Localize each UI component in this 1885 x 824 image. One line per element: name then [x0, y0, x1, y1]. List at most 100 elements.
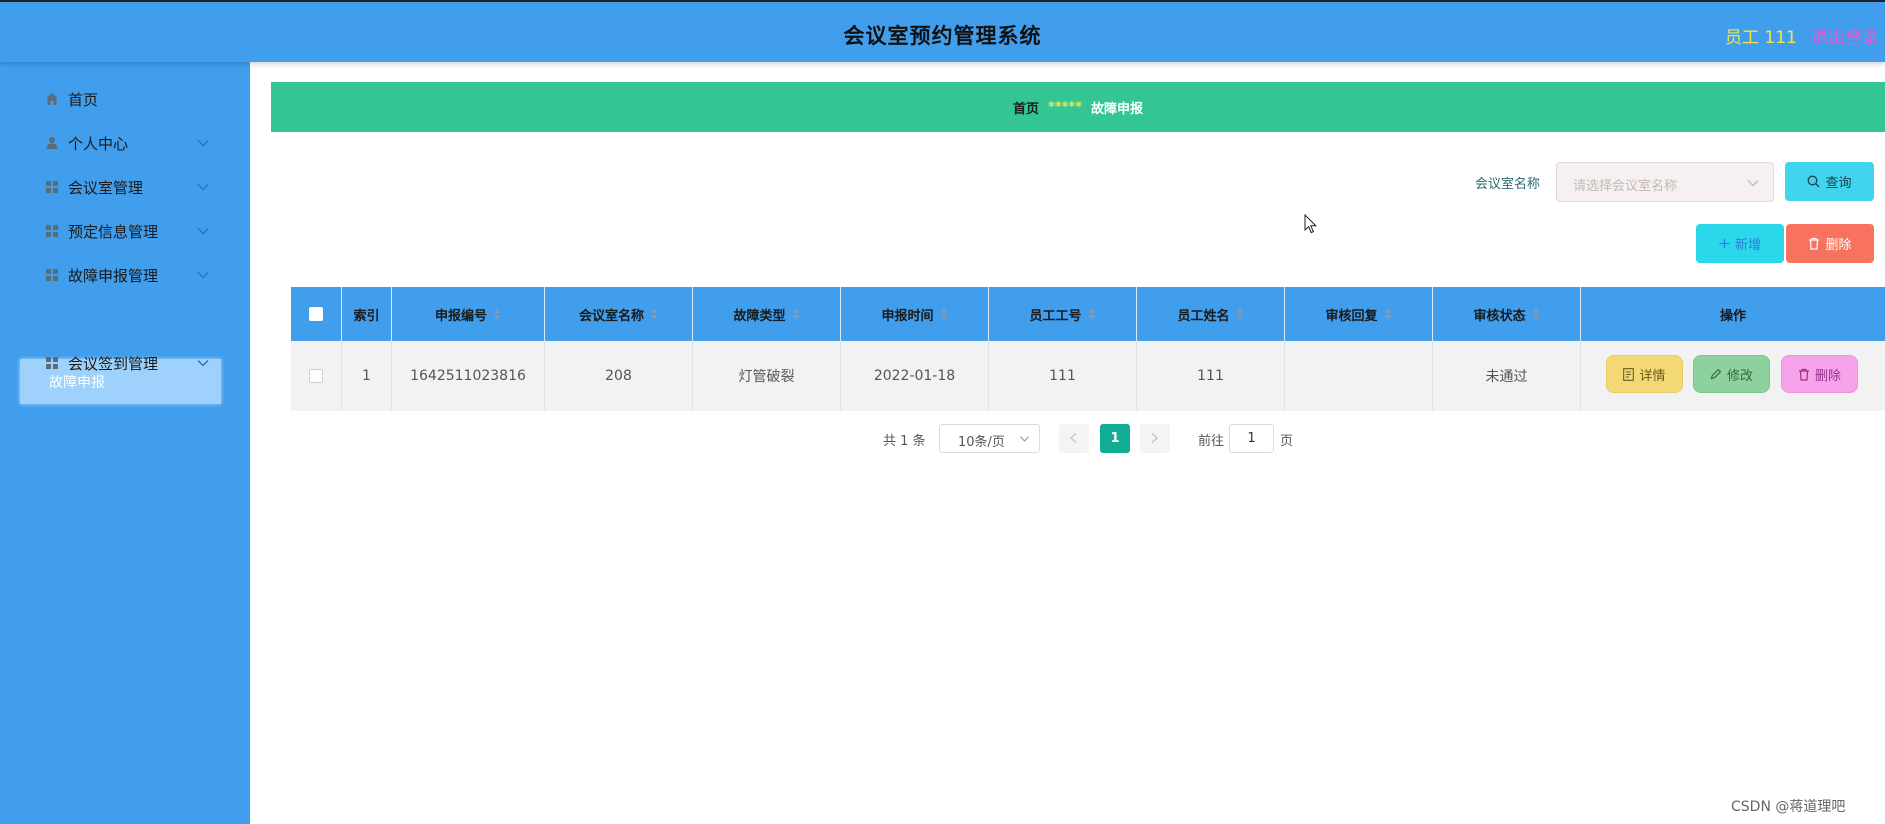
watermark: CSDN @蒋道理吧	[1731, 799, 1846, 815]
cell-review-reply	[1285, 341, 1433, 411]
home-icon	[46, 93, 58, 105]
user-icon	[46, 137, 58, 149]
detail-button[interactable]: 详情	[1606, 355, 1683, 393]
query-button-label: 查询	[1825, 176, 1852, 191]
chevron-left-icon	[1070, 433, 1077, 443]
header-review-status-label: 审核状态	[1473, 308, 1526, 324]
header-review-reply[interactable]: 审核回复	[1285, 287, 1433, 341]
sort-icon[interactable]	[1236, 308, 1244, 320]
breadcrumb-separator: *****	[1048, 99, 1082, 115]
chevron-down-icon	[197, 140, 209, 147]
row-delete-button-label: 删除	[1814, 368, 1841, 384]
sidebar-item-booking-management[interactable]: 预定信息管理	[0, 210, 250, 252]
chevron-down-icon	[197, 184, 209, 191]
sort-icon[interactable]	[1088, 308, 1096, 320]
page-number-current[interactable]: 1	[1100, 424, 1130, 453]
sort-icon[interactable]	[1532, 308, 1540, 320]
row-select-cell	[291, 341, 342, 411]
header-report-time-label: 申报时间	[881, 308, 934, 324]
header-fault-type[interactable]: 故障类型	[693, 287, 841, 341]
sidebar-item-personal-center[interactable]: 个人中心	[0, 122, 250, 164]
query-button[interactable]: 查询	[1785, 162, 1874, 201]
grid-icon	[46, 225, 58, 237]
trash-icon	[1809, 237, 1820, 250]
edit-button[interactable]: 修改	[1693, 355, 1770, 393]
grid-icon	[46, 357, 58, 369]
sort-icon[interactable]	[650, 308, 658, 320]
header-review-reply-label: 审核回复	[1325, 308, 1378, 324]
trash-icon	[1798, 368, 1809, 381]
search-icon	[1808, 175, 1820, 188]
header-review-status[interactable]: 审核状态	[1433, 287, 1581, 341]
page-size-value: 10条/页	[958, 435, 1005, 450]
batch-delete-button-label: 删除	[1825, 238, 1852, 253]
sort-icon[interactable]	[792, 308, 800, 320]
sidebar-item-label: 会议签到管理	[68, 354, 159, 373]
cell-emp-no: 111	[989, 341, 1137, 411]
table-header: 索引 申报编号 会议室名称 故障类型 申报时间 员工工号 员工姓名 审核回复 审…	[291, 287, 1885, 341]
sidebar-item-fault-management[interactable]: 故障申报管理	[0, 254, 250, 296]
room-name-select[interactable]: 请选择会议室名称	[1556, 162, 1774, 202]
cell-report-no: 1642511023816	[392, 341, 545, 411]
grid-icon	[46, 269, 58, 281]
header-actions-label: 操作	[1719, 308, 1746, 324]
logout-link[interactable]: 退出登录	[1811, 23, 1879, 48]
pencil-icon	[1710, 368, 1722, 380]
sidebar-item-label: 预定信息管理	[68, 222, 159, 241]
header-select-all	[291, 287, 342, 341]
header-emp-name[interactable]: 员工姓名	[1137, 287, 1285, 341]
top-header: 会议室预约管理系统 员工 111 退出登录	[0, 0, 1885, 62]
cell-room-name: 208	[545, 341, 693, 411]
chevron-down-icon	[197, 360, 209, 367]
cell-index: 1	[342, 341, 392, 411]
batch-delete-button[interactable]: 删除	[1786, 224, 1874, 263]
breadcrumb-current: 故障申报	[1091, 101, 1144, 117]
mouse-cursor-icon	[1304, 214, 1318, 234]
sort-icon[interactable]	[940, 308, 948, 320]
sidebar-item-label: 个人中心	[68, 134, 129, 153]
goto-page-input[interactable]	[1229, 424, 1274, 453]
page-size-select[interactable]: 10条/页	[939, 424, 1040, 453]
row-checkbox[interactable]	[309, 369, 323, 383]
next-page-button[interactable]	[1140, 424, 1170, 453]
document-icon	[1623, 367, 1635, 381]
cell-report-time: 2022-01-18	[841, 341, 989, 411]
edit-button-label: 修改	[1726, 368, 1753, 384]
sidebar-item-signin-management[interactable]: 会议签到管理	[0, 342, 250, 384]
header-room-name[interactable]: 会议室名称	[545, 287, 693, 341]
cell-emp-name: 111	[1137, 341, 1285, 411]
sidebar-item-room-management[interactable]: 会议室管理	[0, 166, 250, 208]
header-actions: 操作	[1581, 287, 1885, 341]
chevron-down-icon	[1747, 180, 1759, 187]
header-emp-name-label: 员工姓名	[1177, 308, 1230, 324]
sidebar-item-label: 首页	[68, 90, 99, 109]
detail-button-label: 详情	[1639, 368, 1666, 384]
select-all-checkbox[interactable]	[309, 307, 323, 321]
header-index-label: 索引	[353, 308, 380, 324]
sort-icon[interactable]	[1384, 308, 1392, 320]
plus-icon	[1719, 238, 1730, 249]
header-fault-type-label: 故障类型	[733, 308, 786, 324]
sidebar-item-home[interactable]: 首页	[0, 78, 250, 120]
table-row: 1 1642511023816 208 灯管破裂 2022-01-18 111 …	[291, 341, 1885, 411]
header-report-time[interactable]: 申报时间	[841, 287, 989, 341]
header-report-no[interactable]: 申报编号	[392, 287, 545, 341]
header-emp-no[interactable]: 员工工号	[989, 287, 1137, 341]
add-button-label: 新增	[1734, 238, 1761, 253]
sidebar-item-label: 故障申报管理	[68, 266, 159, 285]
chevron-right-icon	[1151, 433, 1158, 443]
add-button[interactable]: 新增	[1696, 224, 1784, 263]
breadcrumb-home[interactable]: 首页	[1013, 98, 1039, 117]
header-report-no-label: 申报编号	[434, 308, 487, 324]
sidebar-item-label: 会议室管理	[68, 178, 144, 197]
header-emp-no-label: 员工工号	[1029, 308, 1082, 324]
prev-page-button[interactable]	[1059, 424, 1089, 453]
page-unit-label: 页	[1280, 434, 1294, 449]
cell-review-status: 未通过	[1433, 341, 1581, 411]
chevron-up-icon	[197, 272, 209, 279]
sidebar: 首页 个人中心 会议室管理 预定信息管理 故障申报管理 故障申报 会议签到管理	[0, 62, 250, 824]
grid-icon	[46, 181, 58, 193]
row-delete-button[interactable]: 删除	[1781, 355, 1858, 393]
breadcrumb: 首页 ***** 故障申报	[271, 82, 1885, 132]
sort-icon[interactable]	[493, 308, 501, 320]
